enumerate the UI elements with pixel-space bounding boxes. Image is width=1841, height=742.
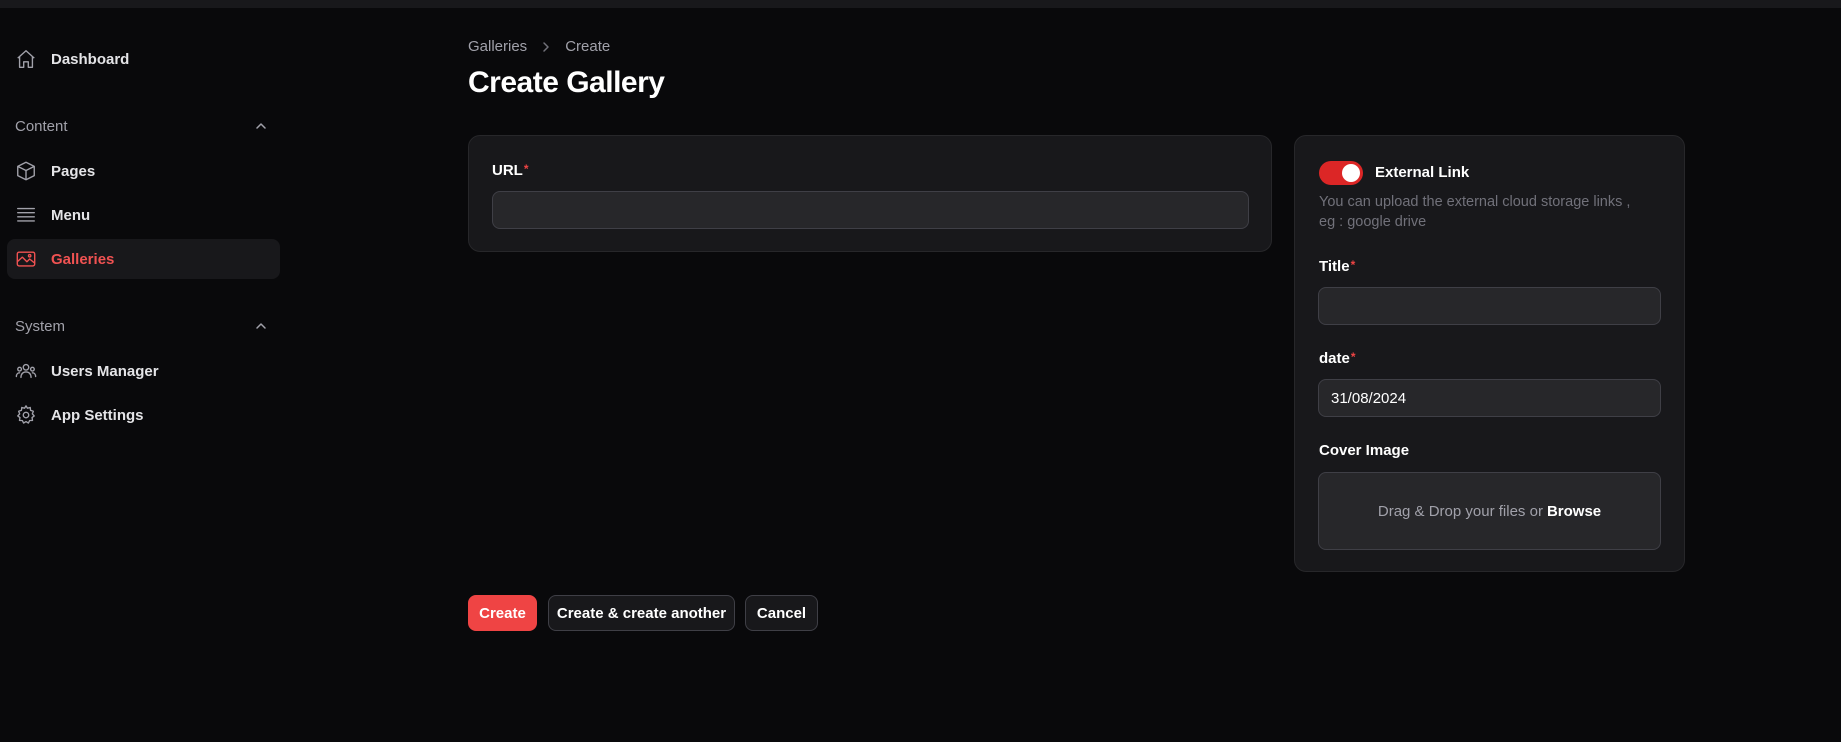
cover-image-label: Cover Image [1319, 442, 1410, 459]
sidebar-item-label: Pages [51, 162, 96, 180]
breadcrumb: Galleries Create [468, 38, 610, 55]
sidebar-item-users-manager[interactable]: Users Manager [7, 351, 280, 391]
url-input[interactable] [492, 191, 1249, 229]
sidebar: Dashboard Content Pages Menu Galleries S… [0, 8, 290, 742]
sidebar-item-app-settings[interactable]: App Settings [7, 395, 280, 435]
date-label-text: date [1319, 350, 1350, 367]
sidebar-item-label: Menu [51, 206, 91, 224]
chevron-right-icon [543, 41, 549, 52]
sidebar-item-label: Dashboard [51, 50, 130, 68]
sidebar-item-menu[interactable]: Menu [7, 195, 280, 235]
breadcrumb-current: Create [565, 38, 611, 55]
cover-image-dropzone[interactable]: Drag & Drop your files or Browse [1318, 472, 1661, 550]
required-mark: * [1350, 258, 1356, 272]
sidebar-item-dashboard[interactable]: Dashboard [7, 39, 280, 79]
details-card: External Link You can upload the externa… [1294, 135, 1685, 572]
cancel-button[interactable]: Cancel [745, 595, 818, 631]
required-mark: * [1350, 350, 1356, 364]
sidebar-item-pages[interactable]: Pages [7, 151, 280, 191]
breadcrumb-link-galleries[interactable]: Galleries [468, 38, 527, 55]
top-bar [0, 0, 1841, 8]
dropzone-text: Drag & Drop your files or [1377, 502, 1543, 520]
create-another-button[interactable]: Create & create another [548, 595, 735, 631]
gear-icon [15, 404, 37, 426]
cube-icon [15, 160, 37, 182]
title-label-text: Title [1319, 258, 1350, 275]
toggle-knob [1342, 164, 1360, 182]
date-label: date* [1319, 350, 1356, 367]
url-label: URL* [492, 162, 529, 179]
sidebar-group-label: System [15, 317, 66, 335]
sidebar-item-label: Users Manager [51, 362, 159, 380]
sidebar-group-label: Content [15, 117, 68, 135]
sidebar-group-system[interactable]: System [15, 314, 275, 338]
chevron-up-icon [256, 123, 266, 129]
url-label-text: URL [492, 162, 523, 179]
external-link-helper: You can upload the external cloud storag… [1319, 194, 1631, 230]
sidebar-item-label: Galleries [51, 250, 115, 268]
date-input[interactable] [1318, 379, 1661, 417]
home-icon [15, 48, 37, 70]
users-icon [15, 360, 37, 382]
page-title: Create Gallery [468, 66, 665, 99]
sidebar-group-content[interactable]: Content [15, 114, 275, 138]
chevron-up-icon [256, 323, 266, 329]
image-icon [15, 248, 37, 270]
external-link-label: External Link [1375, 164, 1470, 181]
menu-lines-icon [15, 204, 37, 226]
external-link-toggle[interactable] [1319, 161, 1363, 185]
browse-link[interactable]: Browse [1547, 503, 1601, 520]
sidebar-item-galleries[interactable]: Galleries [7, 239, 280, 279]
create-button[interactable]: Create [468, 595, 537, 631]
sidebar-item-label: App Settings [51, 406, 144, 424]
title-input[interactable] [1318, 287, 1661, 325]
url-card: URL* [468, 135, 1272, 252]
required-mark: * [523, 162, 529, 176]
title-label: Title* [1319, 258, 1355, 275]
